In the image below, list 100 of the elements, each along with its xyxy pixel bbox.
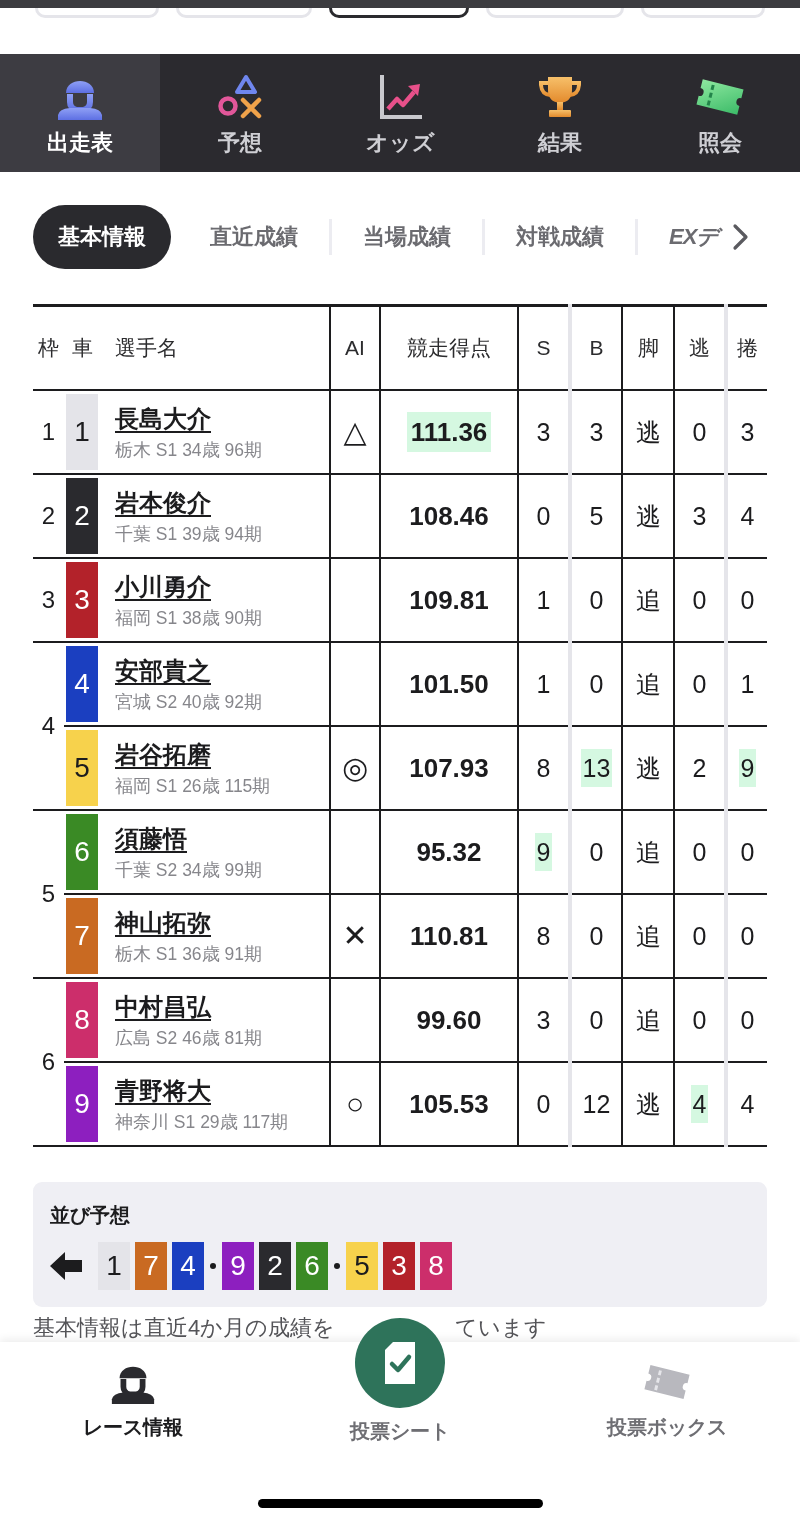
rider-name-link[interactable]: 安部貴之 [115, 656, 211, 684]
rider-profile: 宮城 S2 40歳 92期 [115, 691, 262, 712]
score-value: 95.32 [415, 836, 483, 869]
stat-value: 1 [739, 669, 756, 700]
stat-value: 3 [535, 417, 552, 448]
stat-value: 0 [588, 1005, 605, 1036]
car-number-badge: 3 [66, 562, 98, 638]
ai-prediction-mark: ✕ [342, 919, 368, 952]
rider-name-link[interactable]: 神山拓弥 [115, 908, 211, 936]
car-number-badge: 9 [222, 1242, 254, 1290]
stat-value: 0 [691, 669, 708, 700]
stat-value: 1 [535, 585, 552, 616]
nav-tab[interactable]: 出走表 [0, 54, 160, 172]
car-number-badge: 2 [66, 478, 98, 554]
car-number-badge: 7 [66, 898, 98, 974]
stat-value: 0 [535, 1089, 552, 1120]
score-value: 110.81 [408, 920, 490, 953]
rider-profile: 栃木 S1 34歳 96期 [115, 439, 262, 460]
stat-value: 4 [690, 1085, 709, 1123]
sub-tab[interactable]: 対戦成績 [485, 205, 635, 269]
stat-value: 逃 [634, 753, 662, 784]
left-arrow-icon [50, 1250, 82, 1282]
sub-tab[interactable]: 直近成績 [179, 205, 329, 269]
car-number-badge: 8 [420, 1242, 452, 1290]
car-number-badge: 6 [66, 814, 98, 890]
car-number-badge: 4 [66, 646, 98, 722]
stat-value: 0 [739, 837, 756, 868]
rider-name-link[interactable]: 小川勇介 [115, 572, 211, 600]
stat-value: 逃 [634, 417, 662, 448]
score-value: 109.81 [408, 584, 490, 617]
column-header: 脚 [637, 336, 659, 359]
rider-profile: 栃木 S1 36歳 91期 [115, 943, 262, 964]
stat-value: 4 [739, 1089, 756, 1120]
stat-value: 3 [691, 501, 708, 532]
stat-value: 追 [634, 837, 662, 868]
stat-value: 追 [634, 585, 662, 616]
bottom-nav-tab[interactable]: 投票ボックス [606, 1342, 727, 1440]
frame-number: 1 [41, 418, 56, 445]
bottom-nav-tab[interactable]: 投票シート [350, 1318, 450, 1444]
car-number-badge: 5 [66, 730, 98, 806]
stat-value: 0 [691, 585, 708, 616]
bottom-nav-tab[interactable]: レース情報 [83, 1342, 184, 1440]
rider-name-link[interactable]: 須藤悟 [115, 824, 187, 852]
column-header: 捲 [737, 336, 758, 359]
stat-value: 追 [634, 669, 662, 700]
car-number-badge: 9 [66, 1066, 98, 1142]
car-number-badge: 4 [172, 1242, 204, 1290]
stat-value: 0 [588, 837, 605, 868]
rider-name-link[interactable]: 長島大介 [115, 404, 211, 432]
stat-value: 0 [739, 585, 756, 616]
column-header: AI [345, 336, 365, 359]
race-tab[interactable] [329, 8, 469, 18]
stat-value: 追 [634, 1005, 662, 1036]
stat-value: 逃 [634, 1089, 662, 1120]
frame-number: 5 [41, 880, 56, 907]
ai-prediction-mark: △ [343, 415, 367, 448]
stat-value: 12 [581, 1089, 612, 1120]
sub-tab[interactable]: 基本情報 [33, 205, 171, 269]
stat-value: 0 [588, 585, 605, 616]
stat-value: 0 [588, 669, 605, 700]
rider-name-link[interactable]: 中村昌弘 [115, 992, 211, 1020]
score-value: 108.46 [408, 500, 490, 533]
nav-tab[interactable]: 照会 [640, 54, 800, 172]
rider-name-link[interactable]: 青野将大 [115, 1076, 211, 1104]
stat-value: 追 [634, 921, 662, 952]
car-number-badge: 5 [346, 1242, 378, 1290]
car-number-badge: 1 [98, 1242, 130, 1290]
car-number-badge: 8 [66, 982, 98, 1058]
stat-value: 3 [535, 1005, 552, 1036]
nav-tab[interactable]: 予想 [160, 54, 320, 172]
column-header: 選手名 [115, 336, 178, 359]
car-number-badge: 3 [383, 1242, 415, 1290]
column-header: 枠 [38, 336, 59, 359]
stat-value: 8 [535, 753, 552, 784]
nav-tab[interactable]: 結果 [480, 54, 640, 172]
car-number-badge: 2 [259, 1242, 291, 1290]
stat-value: 9 [534, 833, 553, 871]
stat-value: 8 [535, 921, 552, 952]
car-number-badge: 6 [296, 1242, 328, 1290]
rider-name-link[interactable]: 岩本俊介 [115, 488, 211, 516]
stat-value: 0 [588, 921, 605, 952]
stat-value: 5 [588, 501, 605, 532]
nav-tab[interactable]: オッズ [320, 54, 480, 172]
sub-tab[interactable]: EXデ [638, 205, 727, 269]
rider-name-link[interactable]: 岩谷拓磨 [115, 740, 211, 768]
column-header: 逃 [689, 336, 710, 359]
score-value: 105.53 [408, 1088, 490, 1121]
rider-profile: 広島 S2 46歳 81期 [115, 1027, 262, 1048]
column-header: 車 [71, 336, 93, 359]
stat-value: 0 [691, 1005, 708, 1036]
frame-number: 4 [41, 712, 56, 739]
stat-value: 3 [739, 417, 756, 448]
stat-value: 1 [535, 669, 552, 700]
sub-tab[interactable]: 当場成績 [332, 205, 482, 269]
ai-prediction-mark: ○ [345, 1087, 365, 1120]
stat-value: 0 [691, 921, 708, 952]
frame-number: 6 [41, 1048, 56, 1075]
column-header: B [589, 336, 604, 359]
stat-value: 0 [739, 921, 756, 952]
stat-value: 3 [588, 417, 605, 448]
